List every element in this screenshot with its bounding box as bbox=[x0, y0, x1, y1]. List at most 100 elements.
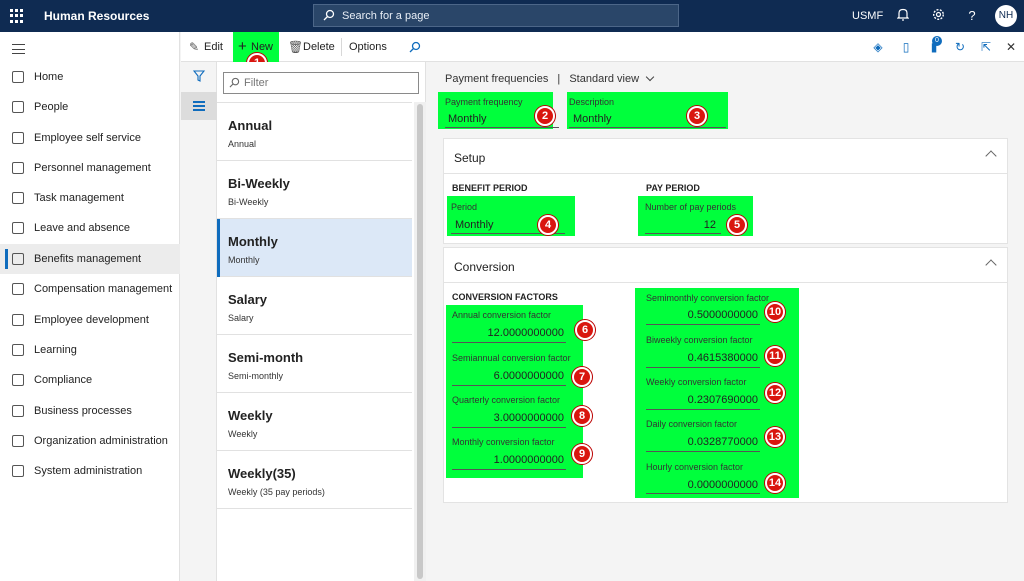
nav-item-people[interactable]: People bbox=[0, 92, 180, 122]
nav-item-task-management[interactable]: Task management bbox=[0, 183, 180, 213]
list-item[interactable]: Bi-Weekly Bi-Weekly bbox=[217, 161, 412, 219]
list-view-button[interactable] bbox=[181, 92, 217, 120]
field-underline bbox=[646, 367, 760, 368]
hamburger-icon[interactable] bbox=[12, 44, 25, 54]
chevron-up-icon[interactable] bbox=[985, 150, 997, 162]
navigation-pane: Home People Employee self service Person… bbox=[0, 32, 180, 581]
marker-8: 8 bbox=[572, 406, 592, 426]
nav-item-business-processes[interactable]: Business processes bbox=[0, 396, 180, 426]
bell-icon[interactable] bbox=[895, 8, 911, 24]
breadcrumb-title[interactable]: Payment frequencies bbox=[445, 73, 548, 85]
nav-item-home[interactable]: Home bbox=[0, 62, 180, 92]
clipboard-icon bbox=[12, 192, 24, 204]
refresh-icon[interactable]: ↻ bbox=[953, 40, 967, 54]
nav-label: System administration bbox=[34, 465, 143, 477]
nav-item-compliance[interactable]: Compliance bbox=[0, 365, 180, 395]
list-scrollbar[interactable] bbox=[414, 102, 426, 581]
description-field[interactable]: Monthly bbox=[573, 113, 612, 125]
daily-factor-label: Daily conversion factor bbox=[646, 419, 738, 429]
marker-7: 7 bbox=[572, 367, 592, 387]
list-pane: Annual Annual Bi-WeeklyBi-Weekly MonthlyM… bbox=[217, 62, 426, 581]
record-list: Annual Annual Bi-Weekly Bi-Weekly Monthly M… bbox=[217, 102, 412, 581]
plus-icon: + bbox=[238, 38, 247, 55]
nav-item-learning[interactable]: Learning bbox=[0, 335, 180, 365]
period-field[interactable]: Monthly bbox=[455, 219, 494, 231]
trash-icon: 🗑 bbox=[288, 40, 304, 54]
avatar[interactable]: NH bbox=[995, 5, 1017, 27]
list-item-subtitle: Annual bbox=[228, 139, 257, 149]
conversion-header[interactable]: Conversion bbox=[444, 248, 1007, 283]
gear-icon[interactable] bbox=[930, 8, 946, 24]
monthly-factor-label: Monthly conversion factor bbox=[452, 437, 555, 447]
monthly-factor-field[interactable]: 1.0000000000 bbox=[452, 454, 564, 466]
list-item[interactable]: Weekly Weekly bbox=[217, 393, 412, 451]
biweekly-factor-field[interactable]: 0.4615380000 bbox=[646, 352, 758, 364]
nav-item-personnel-management[interactable]: Personnel management bbox=[0, 153, 180, 183]
power-apps-icon[interactable]: ◈ bbox=[871, 40, 885, 54]
setup-header[interactable]: Setup bbox=[444, 139, 1007, 174]
nav-item-system-administration[interactable]: System administration bbox=[0, 456, 180, 486]
new-button[interactable]: New bbox=[251, 41, 273, 53]
list-item[interactable]: Semi-month Semi-monthly bbox=[217, 335, 412, 393]
chevron-up-icon[interactable] bbox=[985, 259, 997, 271]
nav-item-leave-and-absence[interactable]: Leave and absence bbox=[0, 213, 180, 243]
conversion-factors-group: CONVERSION FACTORS bbox=[452, 292, 558, 302]
app-title[interactable]: Human Resources bbox=[44, 9, 149, 23]
daily-factor-field[interactable]: 0.0328770000 bbox=[646, 436, 758, 448]
company-picker[interactable]: USMF bbox=[852, 10, 883, 22]
list-item-selected[interactable]: Monthly Monthly bbox=[217, 219, 412, 277]
quarterly-factor-field[interactable]: 3.0000000000 bbox=[452, 412, 564, 424]
pay-period-group: PAY PERIOD bbox=[646, 183, 700, 193]
weekly-factor-field[interactable]: 0.2307690000 bbox=[646, 394, 758, 406]
app-launcher-icon[interactable] bbox=[10, 9, 24, 23]
nav-item-employee-self-service[interactable]: Employee self service bbox=[0, 123, 180, 153]
nav-label: Personnel management bbox=[34, 162, 151, 174]
payment-frequency-field[interactable]: Monthly bbox=[448, 113, 487, 125]
edit-icon: ✎ bbox=[189, 40, 200, 54]
marker-10: 10 bbox=[765, 302, 785, 322]
filter-field[interactable] bbox=[223, 72, 419, 94]
nav-item-compensation-management[interactable]: Compensation management bbox=[0, 274, 180, 304]
open-new-window-icon[interactable]: ⇱ bbox=[979, 40, 993, 54]
office-icon[interactable]: ▯ bbox=[899, 40, 913, 54]
pay-periods-field[interactable]: 12 bbox=[645, 219, 716, 231]
field-underline bbox=[569, 127, 726, 128]
help-icon[interactable]: ? bbox=[964, 8, 980, 24]
marker-3: 3 bbox=[687, 106, 707, 126]
close-icon[interactable]: ✕ bbox=[1004, 40, 1018, 54]
benefit-period-group: BENEFIT PERIOD bbox=[452, 183, 528, 193]
view-selector[interactable]: Standard view bbox=[569, 73, 639, 85]
hourly-factor-field[interactable]: 0.0000000000 bbox=[646, 479, 758, 491]
list-item-title: Weekly(35) bbox=[228, 466, 296, 481]
nav-item-benefits-management[interactable]: Benefits management bbox=[0, 244, 180, 274]
nav-label: Business processes bbox=[34, 405, 132, 417]
field-underline bbox=[645, 233, 721, 234]
nav-label: Employee self service bbox=[34, 132, 141, 144]
list-item-title: Monthly bbox=[228, 234, 278, 249]
marker-5: 5 bbox=[727, 215, 747, 235]
chevron-down-icon[interactable] bbox=[645, 72, 655, 82]
semiannual-factor-field[interactable]: 6.0000000000 bbox=[452, 370, 564, 382]
description-label: Description bbox=[569, 97, 615, 107]
delete-button[interactable]: Delete bbox=[303, 41, 335, 53]
search-input[interactable]: Search for a page bbox=[313, 4, 679, 27]
nav-item-employee-development[interactable]: Employee development bbox=[0, 305, 180, 335]
semimonthly-factor-label: Semimonthly conversion factor bbox=[646, 293, 770, 303]
list-item[interactable]: Salary Salary bbox=[217, 277, 412, 335]
list-item-title: Bi-Weekly bbox=[228, 176, 290, 191]
filter-input[interactable] bbox=[244, 75, 414, 91]
scrollbar-thumb[interactable] bbox=[417, 104, 423, 579]
options-button[interactable]: Options bbox=[349, 41, 387, 53]
semimonthly-factor-field[interactable]: 0.5000000000 bbox=[646, 309, 758, 321]
list-item[interactable]: Annual Annual bbox=[217, 103, 412, 161]
growth-icon bbox=[12, 314, 24, 326]
nav-item-organization-administration[interactable]: Organization administration bbox=[0, 426, 180, 456]
nav-label: Home bbox=[34, 71, 64, 83]
action-pane: ✎ Edit + New 🗑 Delete Options ◈ ▯ ▮ 0 ↻ … bbox=[181, 32, 1024, 62]
list-item-title: Annual bbox=[228, 118, 273, 133]
edit-button[interactable]: Edit bbox=[204, 41, 223, 53]
annual-factor-field[interactable]: 12.0000000000 bbox=[452, 327, 564, 339]
list-item[interactable]: Weekly(35) Weekly (35 pay periods) bbox=[217, 451, 412, 509]
search-icon[interactable] bbox=[409, 41, 421, 53]
filter-icon[interactable] bbox=[193, 70, 205, 82]
